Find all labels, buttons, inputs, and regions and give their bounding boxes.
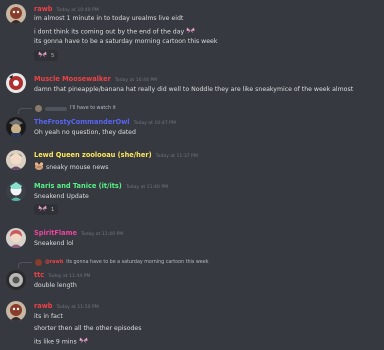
author-name[interactable]: ttc Today at 11:44 PM: [34, 271, 90, 279]
timestamp: Today at 10:47 PM: [133, 121, 176, 126]
message-text-content: sneaky mouse news: [45, 164, 109, 171]
avatar[interactable]: [6, 150, 26, 170]
avatar[interactable]: [6, 181, 26, 201]
reply-avatar: [35, 105, 42, 112]
timestamp: Today at 11:37 PM: [155, 154, 198, 159]
message-text: its like 9 mins: [34, 337, 88, 346]
avatar[interactable]: [6, 73, 26, 93]
reply-preview[interactable]: I'll have to watch it: [18, 104, 116, 114]
timestamp: Today at 11:40 PM: [125, 185, 169, 190]
message-text: shorter then all the other episodes: [34, 325, 142, 332]
timestamp: Today at 10:44 PM: [114, 78, 158, 83]
message-text: its in fact: [34, 313, 63, 320]
message-text-content: its like 9 mins: [34, 338, 77, 346]
butterfly-icon: [186, 27, 195, 36]
timestamp: Today at 11:44 PM: [48, 274, 91, 279]
reply-connector: [18, 108, 32, 114]
author-name[interactable]: rawb Today at 11:50 PM: [34, 302, 99, 310]
reply-text: I'll have to watch it: [70, 106, 116, 111]
avatar[interactable]: [6, 117, 26, 137]
reply-preview[interactable]: @rawb its gonna have to be a saturday mo…: [18, 258, 209, 268]
author-label[interactable]: SpiritFlame: [34, 229, 77, 237]
avatar[interactable]: [6, 228, 26, 248]
author-label[interactable]: rawb: [34, 5, 53, 13]
timestamp: Today at 10:40 PM: [56, 8, 99, 13]
author-label[interactable]: rawb: [34, 302, 53, 310]
reaction[interactable]: 5: [34, 50, 59, 61]
author-name[interactable]: Maris and Tanice (it/its) Today at 11:40 …: [34, 182, 168, 190]
author-name[interactable]: Lewd Queen zoolooau (she/her) Today at 11…: [34, 151, 198, 159]
avatar[interactable]: [6, 301, 26, 321]
reply-text: its gonna have to be a saturday morning …: [66, 260, 209, 265]
reply-author[interactable]: @rawb: [45, 260, 63, 265]
mouse-emoji-icon: [34, 162, 44, 172]
butterfly-icon: [38, 205, 47, 214]
message-text: damn that pineapple/banana hat really di…: [34, 86, 354, 93]
message-text: double length: [34, 282, 77, 289]
author-label[interactable]: TheFrostyCommanderOwl: [34, 118, 130, 126]
message-text: Oh yeah no question, they dated: [34, 129, 136, 136]
reply-avatar: [35, 259, 42, 266]
author-label[interactable]: Muscle Moosewalker: [34, 75, 111, 83]
reaction-count: 1: [51, 206, 55, 213]
butterfly-icon: [38, 51, 47, 60]
timestamp: Today at 11:40 PM: [80, 232, 124, 237]
butterfly-icon: [79, 337, 88, 346]
author-label[interactable]: Lewd Queen zoolooau (she/her): [34, 151, 152, 159]
reply-author[interactable]: [45, 106, 67, 111]
reaction-count: 5: [51, 52, 55, 59]
reply-connector: [18, 262, 32, 268]
message-text: Sneakend Update: [34, 193, 89, 200]
message-text: im almost 1 minute in to today urealms l…: [34, 15, 184, 22]
message-text: its gonna have to be a saturday morning …: [34, 38, 218, 45]
author-name[interactable]: SpiritFlame Today at 11:40 PM: [34, 229, 123, 237]
message-text: sneaky mouse news: [34, 162, 108, 172]
avatar[interactable]: [6, 4, 26, 24]
author-name[interactable]: TheFrostyCommanderOwl Today at 10:47 PM: [34, 118, 176, 126]
timestamp: Today at 11:50 PM: [56, 305, 99, 310]
author-label[interactable]: Maris and Tanice (it/its): [34, 182, 122, 190]
reaction[interactable]: 1: [34, 204, 59, 215]
message-text: i dont think its coming out by the end o…: [34, 27, 195, 36]
message-text: Sneakend lol: [34, 240, 74, 247]
author-name[interactable]: rawb Today at 10:40 PM: [34, 5, 99, 13]
author-label[interactable]: ttc: [34, 271, 44, 279]
message-text-content: i dont think its coming out by the end o…: [34, 28, 185, 36]
author-name[interactable]: Muscle Moosewalker Today at 10:44 PM: [34, 75, 157, 83]
avatar[interactable]: [6, 270, 26, 290]
